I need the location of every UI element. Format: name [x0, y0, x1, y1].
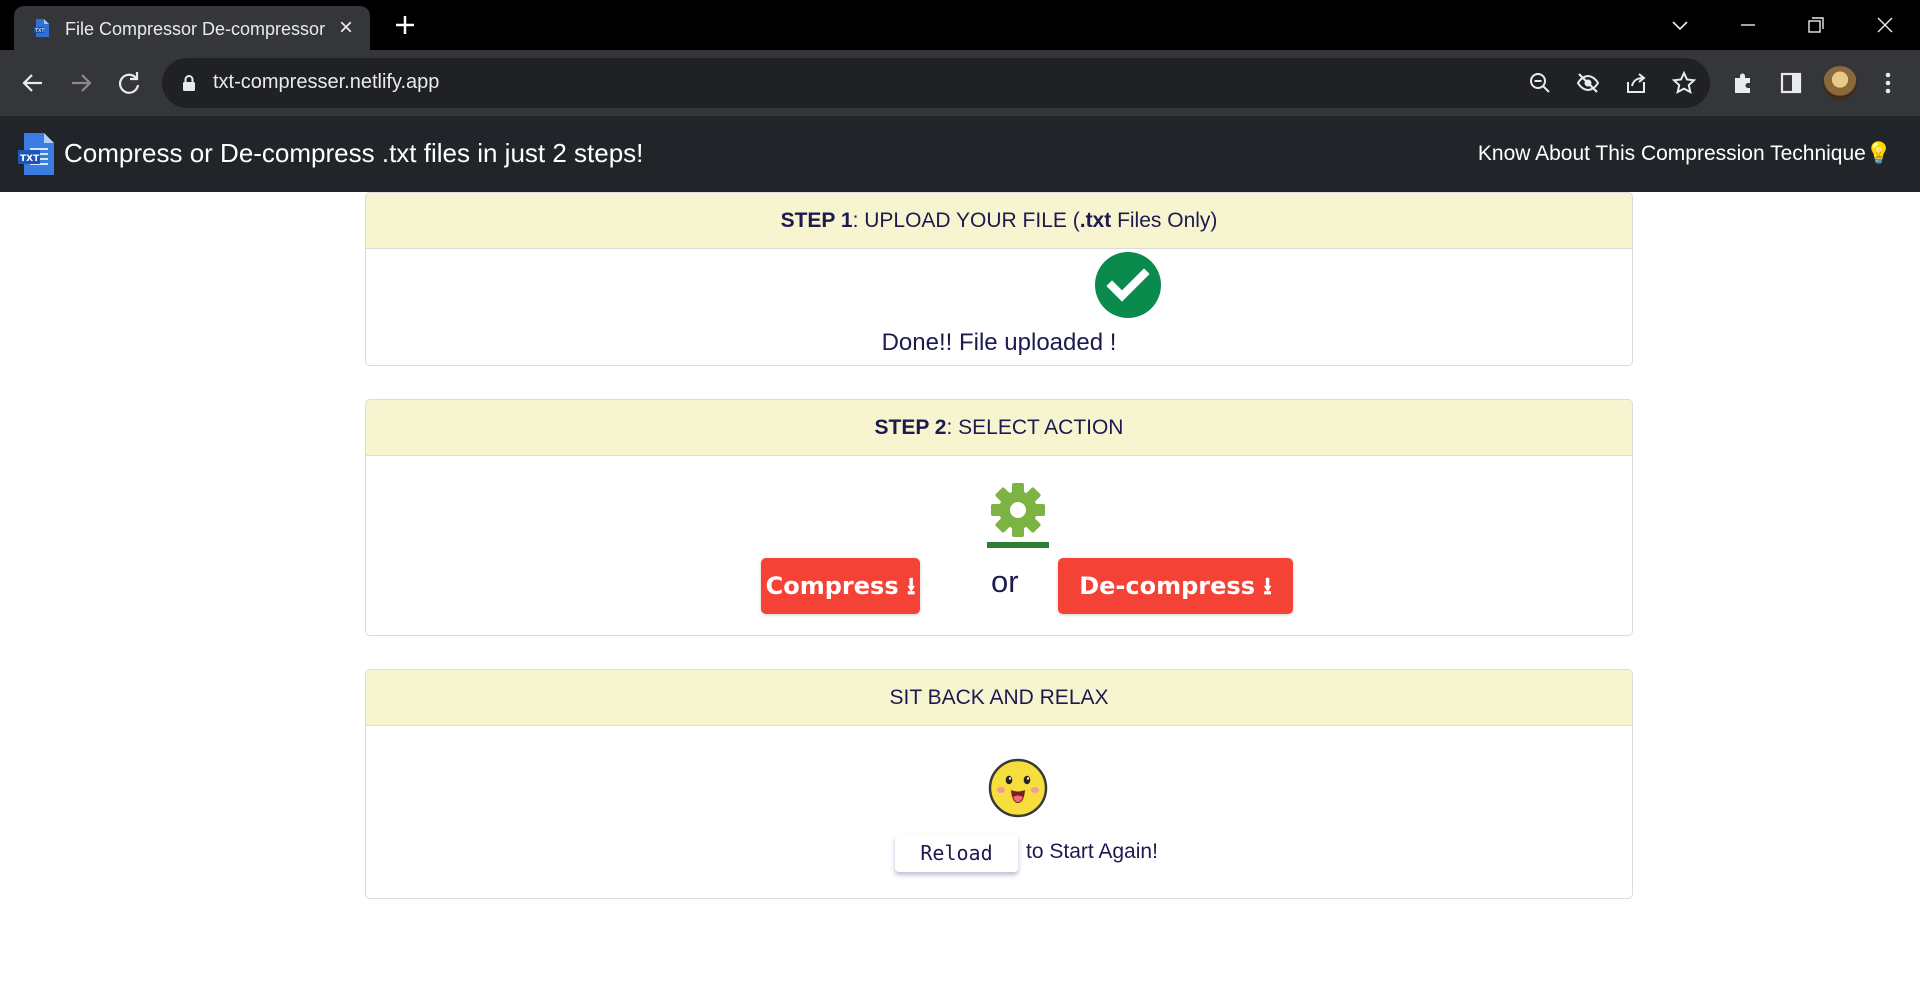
- eye-off-icon[interactable]: [1575, 70, 1601, 96]
- reload-icon[interactable]: [112, 66, 146, 100]
- upload-card: STEP 1: UPLOAD YOUR FILE (.txt Files Onl…: [365, 192, 1633, 366]
- step1-header-suffix: Files Only): [1111, 209, 1218, 232]
- relax-card-header: SIT BACK AND RELAX: [366, 670, 1632, 726]
- relax-card: SIT BACK AND RELAX Reload to Start Again…: [365, 669, 1633, 899]
- forward-icon[interactable]: [64, 66, 98, 100]
- gear-icon: [991, 483, 1045, 537]
- step2-label: STEP 2: [874, 416, 947, 439]
- site-navbar: TXT Compress or De-compress .txt files i…: [0, 116, 1920, 192]
- upload-card-header: STEP 1: UPLOAD YOUR FILE (.txt Files Onl…: [366, 193, 1632, 249]
- reload-hint-text: to Start Again!: [1026, 840, 1158, 863]
- action-card-header: STEP 2: SELECT ACTION: [366, 400, 1632, 456]
- compression-info-link[interactable]: Know About This Compression Technique💡: [1478, 142, 1892, 166]
- close-window-icon[interactable]: [1870, 10, 1900, 40]
- smiley-face-icon: [988, 758, 1048, 818]
- tab-close-icon[interactable]: ×: [332, 14, 360, 42]
- new-tab-icon[interactable]: [390, 10, 420, 40]
- profile-avatar[interactable]: [1823, 66, 1857, 100]
- check-circle-icon: [1095, 252, 1161, 318]
- tab-title: File Compressor De-compressor: [65, 19, 326, 39]
- gear-underline: [987, 542, 1049, 548]
- upload-status-text: Done!! File uploaded !: [881, 329, 1117, 356]
- browser-tab[interactable]: TXT File Compressor De-compressor ×: [14, 6, 370, 50]
- step1-header-text: : UPLOAD YOUR FILE (: [852, 209, 1080, 232]
- svg-text:TXT: TXT: [34, 28, 45, 34]
- step2-header-text: : SELECT ACTION: [946, 416, 1124, 439]
- zoom-out-icon[interactable]: [1527, 70, 1553, 96]
- relax-header-text: SIT BACK AND RELAX: [889, 686, 1109, 709]
- reload-button[interactable]: Reload: [895, 834, 1018, 872]
- step1-label: STEP 1: [780, 209, 853, 232]
- minimize-icon[interactable]: [1733, 10, 1763, 40]
- brand-title[interactable]: Compress or De-compress .txt files in ju…: [64, 138, 643, 169]
- action-card: STEP 2: SELECT ACTION Compress ⭳ or De-c…: [365, 399, 1633, 636]
- browser-toolbar: txt-compresser.netlify.app: [0, 50, 1920, 116]
- upload-card-body: Done!! File uploaded !: [366, 249, 1632, 365]
- tab-search-chevron-icon[interactable]: [1665, 10, 1695, 40]
- compress-button[interactable]: Compress ⭳: [761, 558, 920, 614]
- bookmark-star-icon[interactable]: [1671, 70, 1697, 96]
- share-icon[interactable]: [1623, 70, 1649, 96]
- menu-kebab-icon[interactable]: [1871, 66, 1905, 100]
- action-card-body: Compress ⭳ or De-compress ⭳: [366, 456, 1632, 635]
- txt-file-icon[interactable]: TXT: [18, 133, 54, 175]
- restore-icon[interactable]: [1801, 10, 1831, 40]
- svg-text:TXT: TXT: [20, 154, 40, 164]
- address-bar[interactable]: txt-compresser.netlify.app: [162, 58, 1710, 108]
- relax-card-body: Reload to Start Again!: [366, 726, 1632, 898]
- lock-icon[interactable]: [182, 74, 196, 92]
- url-text[interactable]: txt-compresser.netlify.app: [213, 71, 439, 94]
- back-icon[interactable]: [16, 66, 50, 100]
- decompress-button[interactable]: De-compress ⭳: [1058, 558, 1293, 614]
- browser-tab-bar: TXT File Compressor De-compressor ×: [0, 0, 1920, 50]
- step1-file-ext: .txt: [1079, 209, 1112, 232]
- side-panel-icon[interactable]: [1774, 66, 1808, 100]
- file-icon: TXT: [34, 19, 49, 37]
- extensions-puzzle-icon[interactable]: [1727, 66, 1761, 100]
- or-separator: or: [991, 564, 1019, 599]
